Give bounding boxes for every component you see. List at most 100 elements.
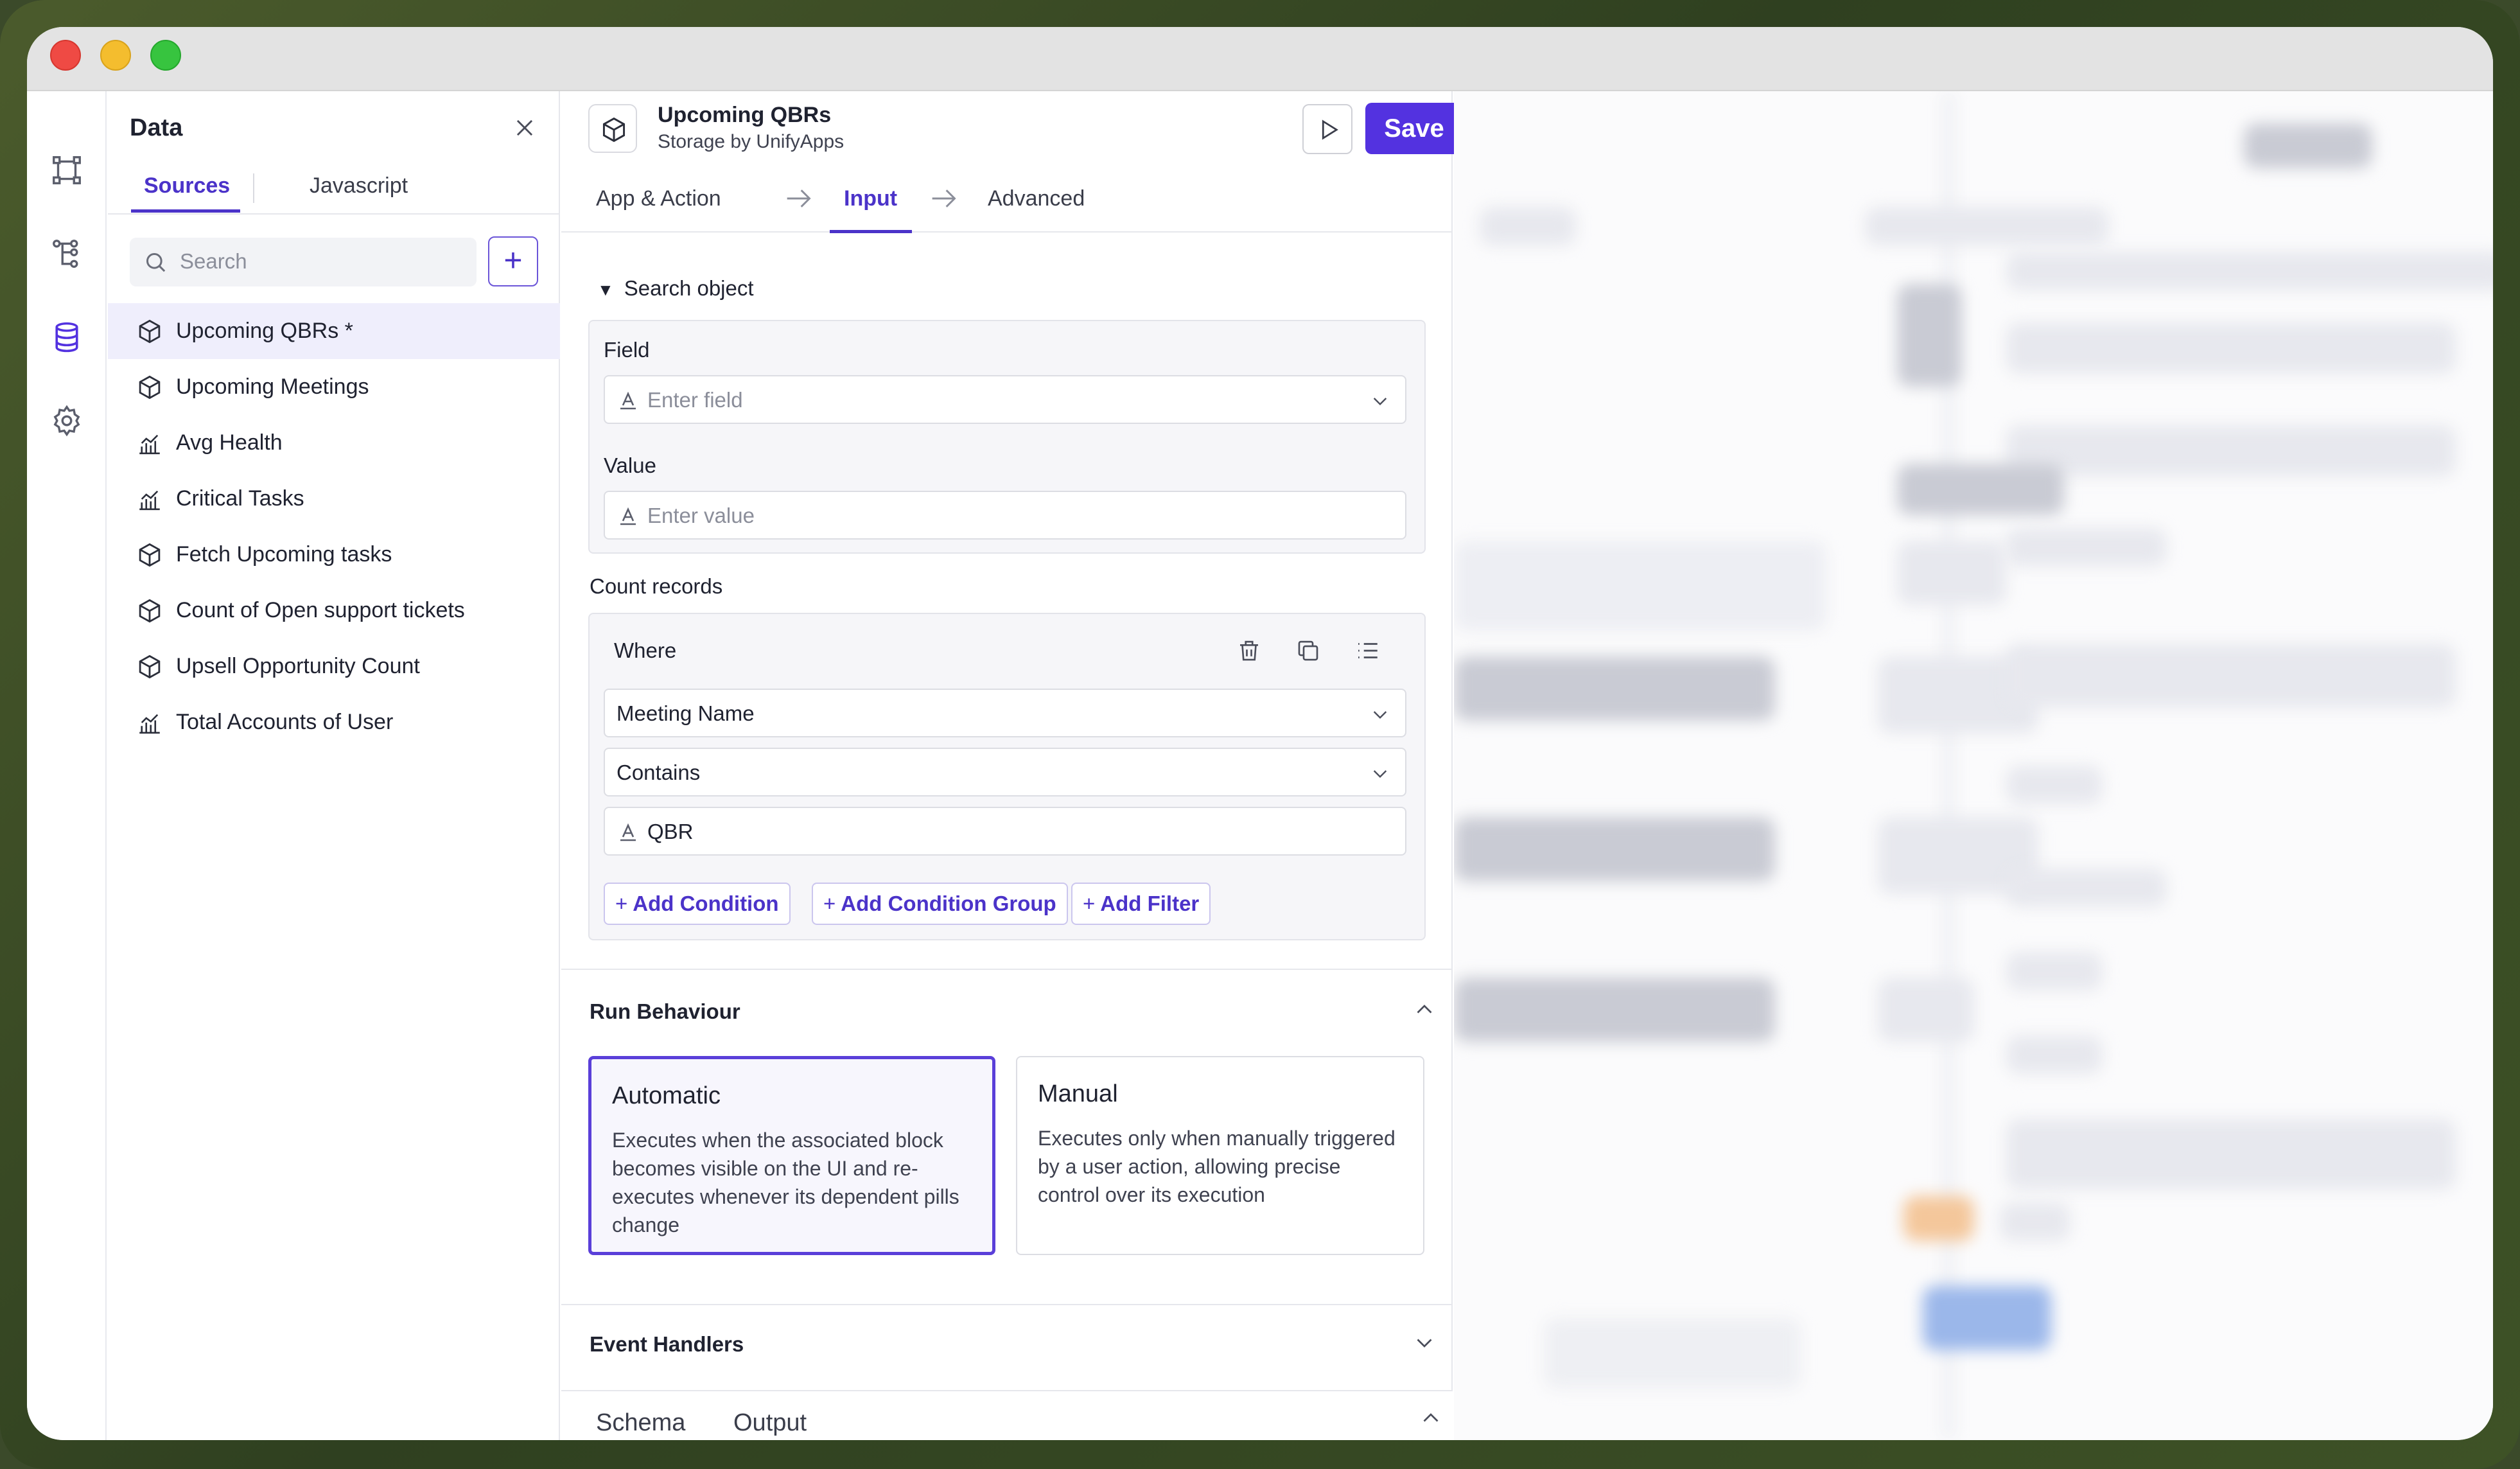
text-type-icon [620,823,636,841]
chevron-up-icon[interactable] [1412,998,1437,1021]
active-step-indicator [830,230,912,233]
list-item[interactable]: Critical Tasks [108,471,560,527]
arrow-right-icon [932,189,956,207]
preview-block [1865,207,2109,245]
add-condition-group-label: Add Condition Group [841,892,1056,915]
chevron-down-icon[interactable] [1412,1331,1437,1354]
preview-block [2006,644,2456,708]
source-label: Total Accounts of User [176,710,394,734]
list-item[interactable]: Total Accounts of User [108,694,560,750]
active-tab-indicator [131,209,240,213]
step-advanced[interactable]: Advanced [988,186,1085,211]
copy-icon[interactable] [1295,637,1322,664]
chevron-down-icon [1373,770,1387,778]
list-item[interactable]: Count of Open support tickets [108,583,560,638]
section-divider [561,1304,1453,1305]
condition-value-field[interactable]: QBR [604,807,1406,856]
frame-icon[interactable] [49,153,84,188]
list-item[interactable]: Upsell Opportunity Count [108,638,560,694]
field-input[interactable] [647,384,1341,416]
chevron-up-icon[interactable] [1418,1407,1444,1430]
search-object-label: Search object [624,276,754,300]
list-item[interactable]: Upcoming QBRs * [108,303,560,359]
text-type-icon [620,391,636,410]
run-button[interactable] [1302,104,1352,154]
step-app-action[interactable]: App & Action [596,186,721,211]
condition-field-select[interactable]: Meeting Name [604,689,1406,737]
list-icon[interactable] [1354,637,1381,664]
tab-javascript[interactable]: Javascript [310,173,408,198]
add-condition-button[interactable]: + Add Condition [604,883,791,925]
add-source-button[interactable]: + [488,236,538,286]
list-item[interactable]: Upcoming Meetings [108,359,560,415]
chevron-down-icon [1373,711,1387,719]
close-window-button[interactable] [50,40,81,71]
preview-block [1897,284,1961,387]
condition-operator-select[interactable]: Contains [604,748,1406,796]
trash-icon[interactable] [1236,637,1263,664]
cube-icon [139,543,161,567]
search-icon [146,253,166,272]
play-icon [1322,119,1338,140]
preview-block [2006,322,2456,374]
maximize-window-button[interactable] [150,40,181,71]
source-type-badge [588,104,637,153]
value-input[interactable] [647,500,1386,532]
preview-block [1544,1318,1801,1389]
tree-icon[interactable] [49,236,84,271]
search-object-toggle[interactable]: ▼ Search object [597,276,754,301]
where-box: Where Meeting Name Contains QBR + Add Con… [588,613,1426,940]
mode-card-manual[interactable]: Manual Executes only when manually trigg… [1016,1056,1424,1255]
tab-output[interactable]: Output [733,1409,807,1437]
source-label: Upcoming QBRs * [176,319,353,343]
cube-icon [139,319,161,343]
caret-down-icon: ▼ [597,280,614,299]
add-condition-group-button[interactable]: + Add Condition Group [812,883,1068,925]
preview-block [2006,868,2167,907]
preview-block [2000,1202,2070,1241]
blurred-canvas-preview [1454,91,2493,1440]
chart-icon [139,490,160,510]
search-input[interactable] [180,245,462,277]
preview-block [2006,766,2103,804]
event-handlers-title[interactable]: Event Handlers [590,1332,744,1357]
preview-block [2006,952,2103,990]
section-divider [561,969,1453,970]
where-label: Where [614,638,677,662]
minimize-window-button[interactable] [100,40,131,71]
mode-card-automatic[interactable]: Automatic Executes when the associated b… [588,1056,995,1255]
condition-value: QBR [647,820,694,843]
bottom-tabs: Schema Output [561,1390,1453,1440]
add-condition-label: Add Condition [633,892,779,915]
save-button[interactable]: Save [1365,103,1463,154]
source-label: Upcoming Meetings [176,374,369,399]
field-select[interactable] [604,375,1406,424]
preview-block [2006,425,2456,477]
preview-block [1480,207,1576,245]
gear-icon[interactable] [49,403,84,438]
value-field[interactable] [604,491,1406,540]
close-icon[interactable] [512,116,537,140]
preview-block [2244,123,2372,168]
text-type-icon [620,507,636,525]
list-item[interactable]: Avg Health [108,415,560,471]
tab-schema[interactable]: Schema [596,1409,685,1437]
mode-title: Manual [1038,1080,1118,1107]
preview-block [2006,1035,2103,1074]
mode-description: Executes only when manually triggered by… [1038,1127,1396,1206]
source-label: Critical Tasks [176,486,304,511]
cube-icon [602,117,626,143]
window-titlebar [27,27,2493,91]
preview-block [1878,978,1974,1042]
app-window: Data Sources Javascript + Upcoming QBRs … [27,27,2493,1440]
cube-icon [139,375,161,399]
add-filter-button[interactable]: + Add Filter [1071,883,1211,925]
list-item[interactable]: Fetch Upcoming tasks [108,527,560,583]
cube-icon [139,655,161,678]
tab-sources[interactable]: Sources [144,173,230,198]
arrow-right-icon [787,189,811,207]
database-icon[interactable] [49,320,84,355]
data-panel: Data Sources Javascript + Upcoming QBRs … [108,91,560,1440]
chart-icon [139,434,160,454]
step-input[interactable]: Input [844,186,897,211]
